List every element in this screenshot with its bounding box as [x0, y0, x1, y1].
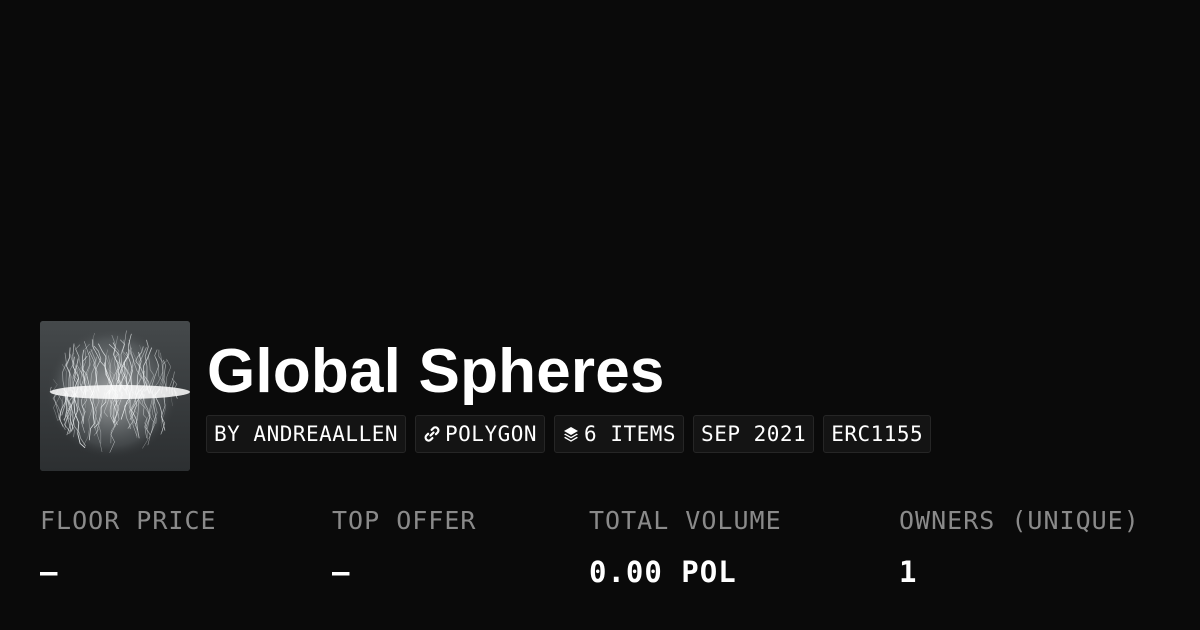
items-label: 6 ITEMS: [584, 422, 677, 446]
chain-label: POLYGON: [445, 422, 538, 446]
stat-value: –: [40, 555, 59, 589]
stat-label: FLOOR PRICE: [40, 506, 217, 535]
creator-chip[interactable]: BY ANDREAALLEN: [206, 415, 407, 453]
stat-value: –: [332, 555, 351, 589]
date-chip: SEP 2021: [693, 415, 815, 453]
stat-value: 1: [899, 555, 918, 589]
layers-icon: [562, 425, 580, 443]
stat-top-offer: TOP OFFER –: [332, 503, 476, 589]
standard-chip: ERC1155: [823, 415, 932, 453]
collection-title: Global Spheres: [207, 337, 665, 406]
stat-label: OWNERS (UNIQUE): [899, 506, 1140, 535]
collection-meta-chips: BY ANDREAALLEN POLYGON 6 ITEMS SEP 2021 …: [206, 415, 932, 453]
link-icon: [423, 425, 441, 443]
stat-floor-price: FLOOR PRICE –: [40, 503, 217, 589]
stat-total-volume: TOTAL VOLUME 0.00 POL: [589, 503, 782, 589]
sphere-artwork-image: [40, 321, 190, 471]
stat-value: 0.00 POL: [589, 555, 737, 589]
items-chip[interactable]: 6 ITEMS: [554, 415, 685, 453]
stat-owners: OWNERS (UNIQUE) 1: [899, 503, 1140, 589]
standard-label: ERC1155: [831, 422, 924, 446]
creator-label: BY ANDREAALLEN: [214, 422, 399, 446]
date-label: SEP 2021: [701, 422, 807, 446]
chain-chip[interactable]: POLYGON: [415, 415, 546, 453]
stat-label: TOTAL VOLUME: [589, 506, 782, 535]
stat-label: TOP OFFER: [332, 506, 477, 535]
collection-card: Global Spheres BY ANDREAALLEN POLYGON 6 …: [0, 0, 1200, 630]
collection-thumbnail: [40, 321, 190, 471]
